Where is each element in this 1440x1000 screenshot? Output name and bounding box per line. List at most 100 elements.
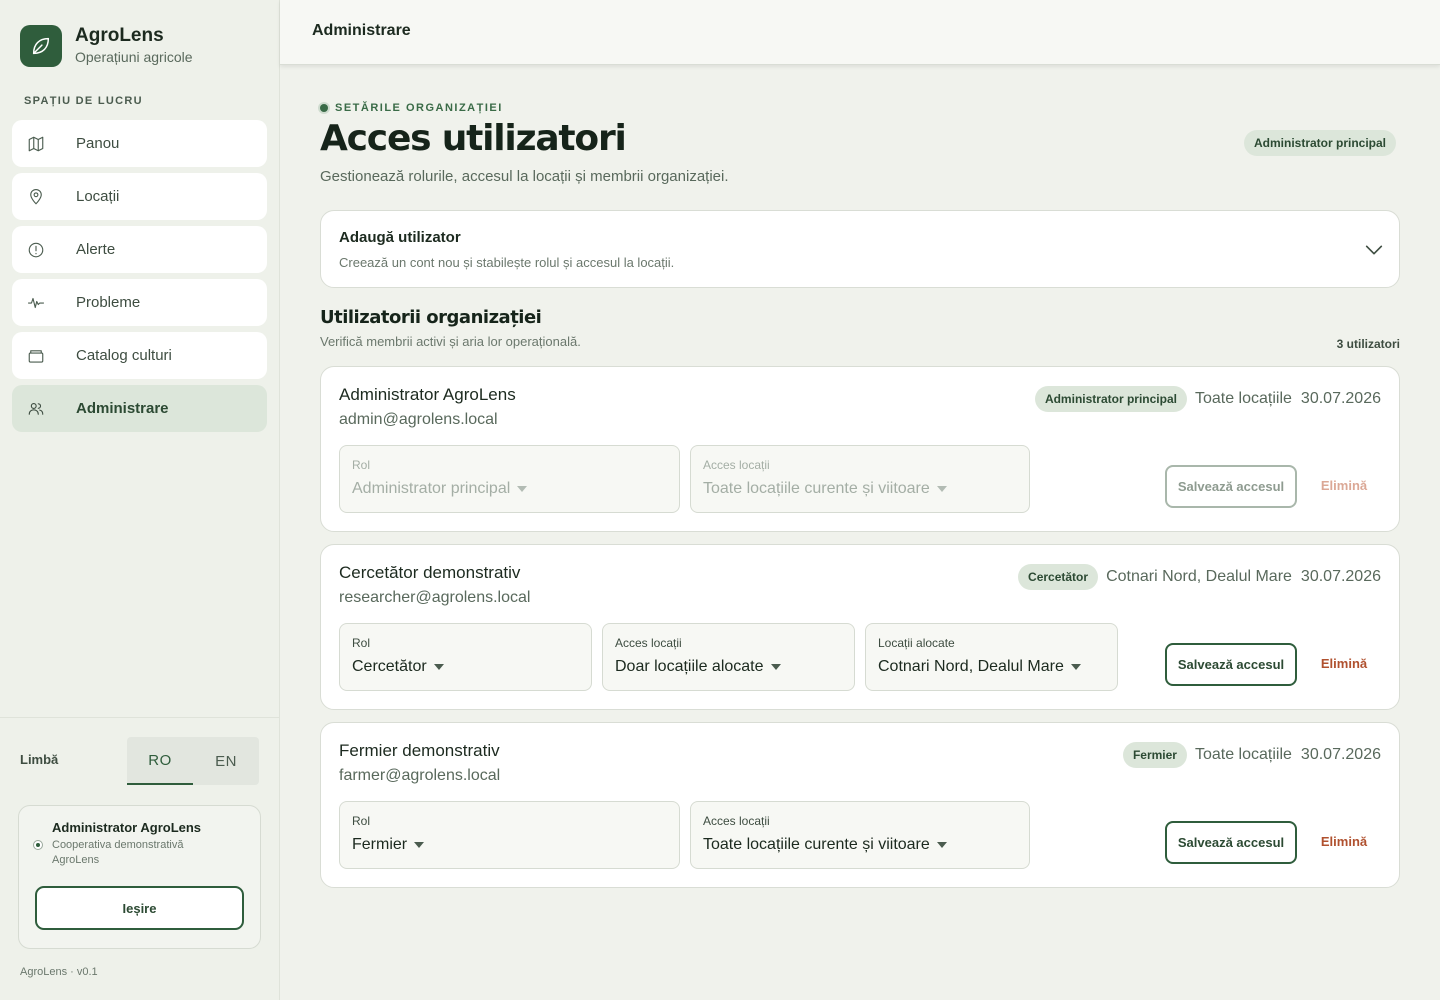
catalog-icon — [26, 346, 46, 366]
caret-down-icon — [936, 842, 947, 848]
user-role-badge: Cercetător — [1018, 564, 1099, 590]
role-value: Fermier — [352, 836, 408, 853]
remove-user-button[interactable]: Elimină — [1309, 656, 1379, 671]
user-card: Fermier demonstrativ farmer@agrolens.loc… — [320, 722, 1400, 888]
role-label: Rol — [352, 458, 371, 472]
location-access-label: Acces locații — [703, 458, 770, 472]
add-user-title: Adaugă utilizator — [339, 229, 461, 246]
role-value: Administrator principal — [352, 480, 511, 497]
user-email: researcher@agrolens.local — [339, 589, 531, 606]
users-section-title: Utilizatorii organizației — [320, 307, 542, 328]
sidebar-item-label: Probleme — [76, 294, 141, 311]
app-version: AgroLens · v0.1 — [20, 966, 98, 978]
divider — [0, 717, 280, 718]
page-title: Acces utilizatori — [320, 118, 627, 159]
user-date: 30.07.2026 — [1300, 746, 1381, 763]
map-icon — [26, 134, 46, 154]
location-access-value: Doar locațiile alocate — [615, 658, 764, 675]
caret-down-icon — [936, 486, 947, 492]
current-user-card: Administrator AgroLens Cooperativa demon… — [18, 805, 261, 949]
language-label: Limbă — [20, 752, 59, 767]
user-role-badge: Fermier — [1122, 742, 1187, 768]
user-role-badge: Administrator principal — [1034, 386, 1187, 412]
sidebar-item-label: Catalog culturi — [76, 347, 172, 364]
page-eyebrow: SETĂRILE ORGANIZAȚIEI — [320, 102, 503, 114]
add-user-panel[interactable]: Adaugă utilizator Creează un cont nou și… — [320, 210, 1400, 288]
location-access-label: Acces locații — [615, 636, 682, 650]
sidebar: AgroLens Operațiuni agricole SPAȚIU DE L… — [0, 0, 280, 1000]
role-label: Rol — [352, 814, 371, 828]
user-locations: Cotnari Nord, Dealul Mare — [1106, 568, 1292, 585]
language-option-en[interactable]: EN — [193, 737, 259, 785]
location-pin-icon — [26, 187, 46, 207]
chevron-down-icon[interactable] — [1363, 239, 1385, 261]
caret-down-icon — [770, 664, 781, 670]
location-access-label: Acces locații — [703, 814, 770, 828]
users-icon — [26, 399, 46, 419]
organization-radio-icon — [33, 840, 43, 850]
user-date: 30.07.2026 — [1300, 390, 1381, 407]
topbar: Administrare — [280, 0, 1440, 65]
brand[interactable]: AgroLens Operațiuni agricole — [20, 25, 193, 67]
logout-button[interactable]: Ieșire — [35, 886, 244, 930]
remove-user-button[interactable]: Elimină — [1309, 478, 1379, 493]
location-access-value: Toate locațiile curente și viitoare — [703, 836, 930, 853]
save-access-button[interactable]: Salvează accesul — [1165, 643, 1297, 686]
location-access-select[interactable]: Acces locații Doar locațiile alocate — [602, 623, 855, 691]
caret-down-icon — [414, 842, 425, 848]
role-select[interactable]: Rol Administrator principal — [339, 445, 680, 513]
workspace-label: SPAȚIU DE LUCRU — [24, 95, 143, 107]
add-user-subtitle: Creează un cont nou și stabilește rolul … — [339, 255, 675, 270]
save-access-button[interactable]: Salvează accesul — [1165, 465, 1297, 508]
user-name: Fermier demonstrativ — [339, 741, 500, 760]
language-switch: RO EN — [127, 737, 259, 785]
caret-down-icon — [517, 486, 528, 492]
location-access-select[interactable]: Acces locații Toate locațiile curente și… — [690, 445, 1030, 513]
user-email: farmer@agrolens.local — [339, 767, 501, 784]
user-card: Cercetător demonstrativ researcher@agrol… — [320, 544, 1400, 710]
assigned-locations-label: Locații alocate — [878, 636, 955, 650]
users-section-subtitle: Verifică membrii activi și aria lor oper… — [320, 334, 581, 349]
user-date: 30.07.2026 — [1300, 568, 1381, 585]
assigned-locations-value: Cotnari Nord, Dealul Mare — [878, 658, 1064, 675]
page-description: Gestionează rolurile, accesul la locații… — [320, 168, 729, 185]
sidebar-item-administrare[interactable]: Administrare — [12, 385, 267, 432]
user-name: Cercetător demonstrativ — [339, 563, 521, 582]
role-select[interactable]: Rol Fermier — [339, 801, 680, 869]
role-select[interactable]: Rol Cercetător — [339, 623, 592, 691]
sidebar-item-label: Panou — [76, 135, 120, 152]
leaf-logo-icon — [20, 25, 62, 67]
sidebar-item-label: Alerte — [76, 241, 116, 258]
status-dot-icon — [320, 104, 328, 112]
role-label: Rol — [352, 636, 371, 650]
topbar-title: Administrare — [312, 22, 411, 39]
users-count: 3 utilizatori — [1336, 337, 1400, 351]
remove-user-button[interactable]: Elimină — [1309, 834, 1379, 849]
sidebar-item-probleme[interactable]: Probleme — [12, 279, 267, 326]
sidebar-item-locatii[interactable]: Locații — [12, 173, 267, 220]
save-access-button[interactable]: Salvează accesul — [1165, 821, 1297, 864]
sidebar-item-catalog-culturi[interactable]: Catalog culturi — [12, 332, 267, 379]
sidebar-nav: Panou Locații Alerte Probleme Catalog cu… — [12, 120, 267, 438]
sidebar-item-panou[interactable]: Panou — [12, 120, 267, 167]
activity-icon — [26, 293, 46, 313]
alert-circle-icon — [26, 240, 46, 260]
language-option-ro[interactable]: RO — [127, 737, 193, 785]
location-access-select[interactable]: Acces locații Toate locațiile curente și… — [690, 801, 1030, 869]
eyebrow-text: SETĂRILE ORGANIZAȚIEI — [335, 102, 503, 114]
sidebar-item-alerte[interactable]: Alerte — [12, 226, 267, 273]
user-locations: Toate locațiile — [1194, 390, 1292, 407]
location-access-value: Toate locațiile curente și viitoare — [703, 480, 930, 497]
user-email: admin@agrolens.local — [339, 411, 498, 428]
assigned-locations-select[interactable]: Locații alocate Cotnari Nord, Dealul Mar… — [865, 623, 1118, 691]
user-card: Administrator AgroLens admin@agrolens.lo… — [320, 366, 1400, 532]
app-subtitle: Operațiuni agricole — [75, 49, 193, 65]
current-role-badge: Administrator principal — [1244, 130, 1397, 156]
caret-down-icon — [433, 664, 444, 670]
current-user-org: Cooperativa demonstrativă AgroLens — [52, 839, 184, 866]
sidebar-item-label: Administrare — [76, 400, 169, 417]
role-value: Cercetător — [352, 658, 427, 675]
sidebar-item-label: Locații — [76, 188, 120, 205]
user-locations: Toate locațiile — [1194, 746, 1292, 763]
current-user-name: Administrator AgroLens — [52, 820, 202, 835]
